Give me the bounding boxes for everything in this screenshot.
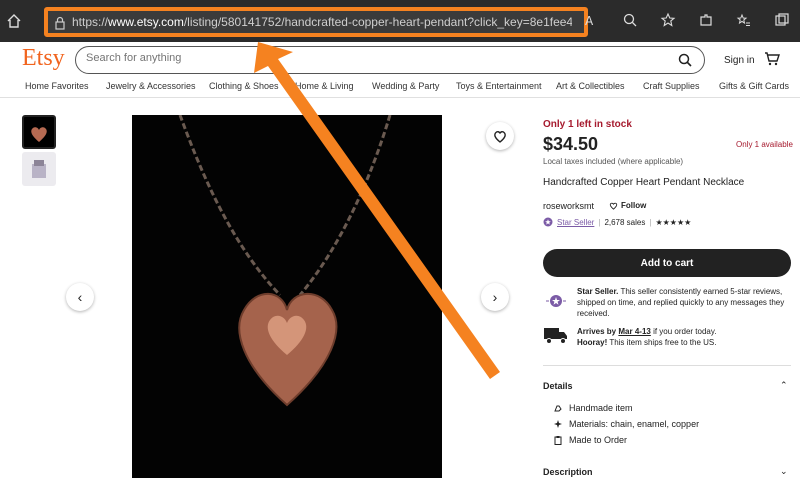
url-host: www.etsy.com	[108, 15, 184, 29]
thumbnail-2[interactable]	[22, 152, 56, 186]
chevron-left-icon: ‹	[77, 289, 83, 305]
detail-item: Made to Order	[553, 435, 627, 445]
nav-item[interactable]: Jewelry & Accessories	[106, 81, 196, 91]
nav-item[interactable]: Home & Living	[295, 81, 354, 91]
star-seller-info: Star Seller. This seller consistently ea…	[577, 286, 792, 319]
detail-text: Materials: chain, enamel, copper	[569, 419, 700, 429]
url-path: /listing/580141752/handcrafted-copper-he…	[183, 15, 572, 29]
search-input[interactable]	[86, 52, 666, 64]
search-bar[interactable]	[75, 46, 705, 74]
nav-item[interactable]: Wedding & Party	[372, 81, 439, 91]
category-nav: Home Favorites Jewelry & Accessories Clo…	[0, 78, 800, 98]
detail-text: Handmade item	[569, 403, 633, 413]
site-header: Etsy Sign in	[0, 42, 800, 78]
svg-text:A: A	[585, 14, 594, 28]
chevron-right-icon: ›	[492, 289, 498, 305]
handmade-hand-icon	[554, 405, 562, 412]
stock-note: Only 1 left in stock	[543, 119, 632, 130]
detail-item: Materials: chain, enamel, copper	[553, 419, 699, 429]
availability-note: Only 1 available	[736, 140, 793, 149]
arrival-tail: if you order today.	[650, 327, 717, 336]
nav-item[interactable]: Clothing & Shoes	[209, 81, 279, 91]
star-seller-icon	[546, 295, 566, 307]
lock-icon[interactable]	[54, 16, 66, 30]
url-text[interactable]: https://www.etsy.com/listing/580141752/h…	[72, 15, 572, 29]
nav-item[interactable]: Home Favorites	[25, 81, 89, 91]
product-image	[132, 114, 442, 478]
favorite-button[interactable]	[486, 122, 514, 150]
next-image-button[interactable]: ›	[481, 283, 509, 311]
arrival-line: Arrives by Mar 4-13 if you order today.	[577, 326, 792, 337]
browser-actions: A	[584, 12, 790, 28]
seller-badges: Star Seller | 2,678 sales | ★★★★★	[543, 217, 691, 227]
detail-item: Handmade item	[553, 403, 633, 413]
separator: |	[598, 217, 601, 227]
heart-icon	[494, 131, 506, 143]
chevron-down-icon[interactable]: ⌄	[780, 466, 788, 477]
free-shipping-text: This item ships free to the US.	[607, 338, 717, 347]
search-icon[interactable]	[678, 53, 692, 67]
add-to-cart-label: Add to cart	[640, 257, 694, 269]
gift-box-thumbnail	[32, 160, 46, 178]
zoom-icon[interactable]	[622, 12, 638, 28]
arrival-date[interactable]: Mar 4-13	[618, 327, 650, 336]
divider	[543, 365, 791, 366]
arrives-label: Arrives by	[577, 327, 617, 336]
clipboard-icon	[554, 436, 562, 445]
collections-icon[interactable]	[774, 12, 790, 28]
hooray-label: Hooray!	[577, 338, 608, 347]
materials-icon	[554, 420, 562, 428]
product-title: Handcrafted Copper Heart Pendant Necklac…	[543, 177, 745, 188]
copper-heart-pendant-image	[178, 114, 392, 407]
nav-item[interactable]: Gifts & Gift Cards	[719, 81, 789, 91]
favorites-list-icon[interactable]	[736, 12, 752, 28]
separator: |	[649, 217, 652, 227]
free-shipping-line: Hooray! This item ships free to the US.	[577, 337, 792, 348]
read-aloud-icon[interactable]: A	[584, 12, 600, 28]
cart-icon[interactable]	[764, 52, 780, 66]
etsy-logo[interactable]: Etsy	[22, 45, 65, 72]
thumbnail-1[interactable]	[22, 115, 56, 149]
heart-pendant-thumbnail	[31, 127, 47, 142]
extensions-icon[interactable]	[698, 12, 714, 28]
star-seller-link[interactable]: Star Seller	[557, 218, 594, 227]
chevron-up-icon[interactable]: ⌃	[780, 380, 788, 391]
price: $34.50	[543, 134, 599, 154]
nav-item[interactable]: Craft Supplies	[643, 81, 700, 91]
rating-stars[interactable]: ★★★★★	[655, 218, 691, 227]
detail-text: Made to Order	[569, 435, 628, 445]
details-heading[interactable]: Details	[543, 381, 573, 391]
delivery-truck-icon	[544, 328, 567, 344]
sales-count: 2,678 sales	[604, 217, 646, 227]
star-seller-badge-icon	[543, 217, 553, 227]
description-heading[interactable]: Description	[543, 467, 593, 477]
browser-toolbar: https://www.etsy.com/listing/580141752/h…	[0, 0, 800, 42]
url-prefix: https://	[72, 15, 109, 29]
seller-name[interactable]: roseworksmt	[543, 201, 594, 211]
address-bar[interactable]: https://www.etsy.com/listing/580141752/h…	[44, 7, 588, 37]
sign-in-link[interactable]: Sign in	[724, 55, 755, 66]
favorite-star-icon[interactable]	[660, 12, 676, 28]
add-to-cart-button[interactable]: Add to cart	[543, 249, 791, 277]
previous-image-button[interactable]: ‹	[66, 283, 94, 311]
delivery-info: Arrives by Mar 4-13 if you order today. …	[577, 326, 792, 348]
star-seller-heading: Star Seller.	[577, 287, 619, 296]
home-icon[interactable]	[6, 13, 22, 29]
nav-item[interactable]: Toys & Entertainment	[456, 81, 542, 91]
nav-item[interactable]: Art & Collectibles	[556, 81, 625, 91]
follow-button[interactable]: Follow	[609, 201, 646, 210]
tax-note: Local taxes included (where applicable)	[543, 157, 684, 166]
follow-label: Follow	[621, 201, 647, 210]
heart-outline-icon	[609, 202, 618, 210]
